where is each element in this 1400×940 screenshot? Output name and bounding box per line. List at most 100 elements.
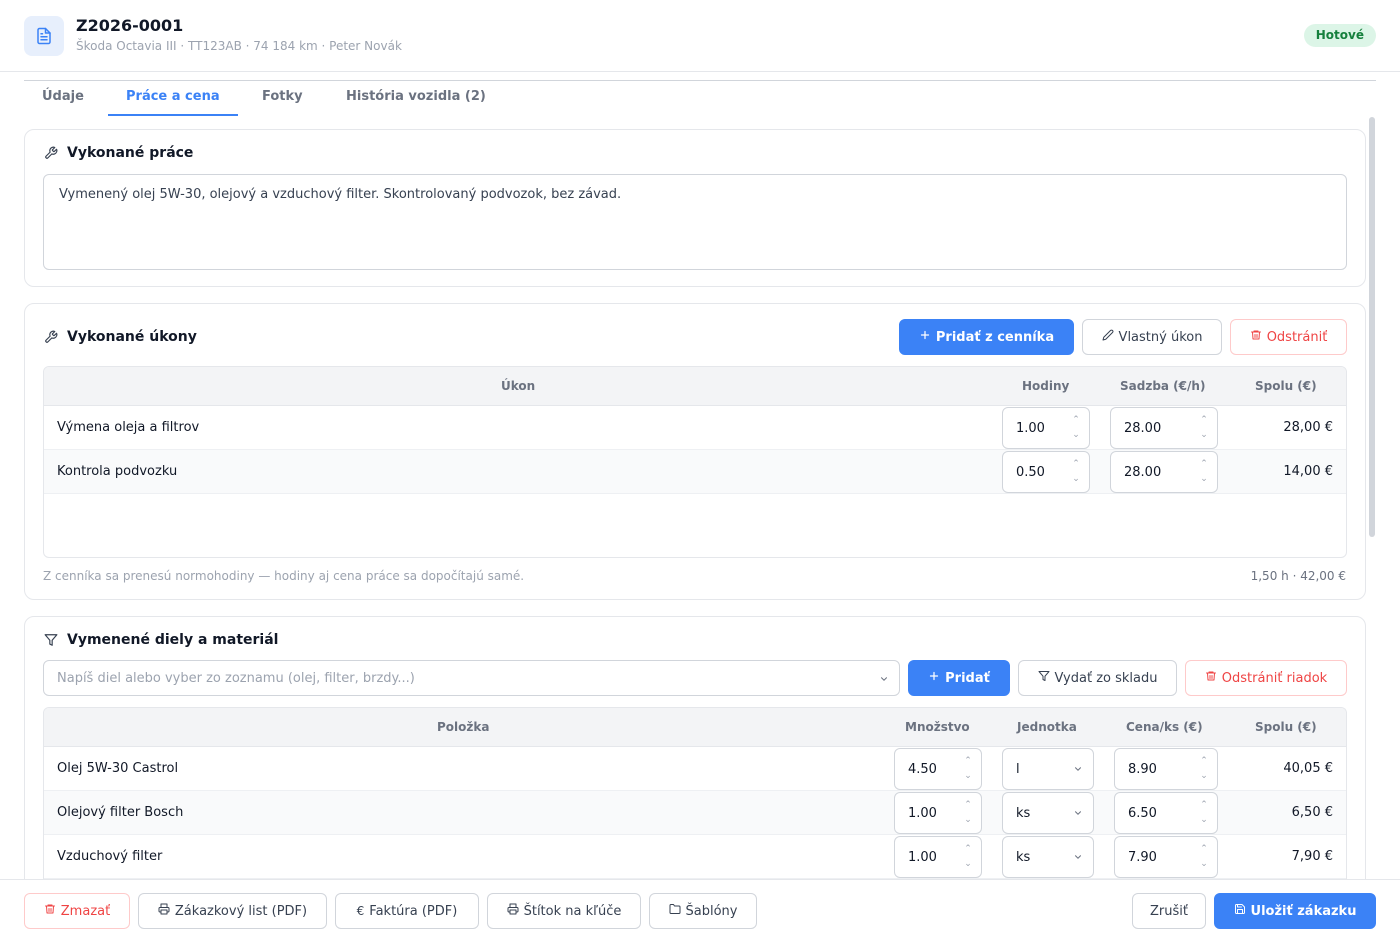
spinner-icon[interactable]: ⌃ ⌄ [963,798,973,828]
chevron-down-icon [1073,851,1083,866]
table-header: Úkon Hodiny Sadzba (€/h) Spolu (€) [44,367,1346,406]
plus-icon [928,670,940,686]
table-row: Výmena oleja a filtrov 1.00 ⌃ ⌄ 28.00 ⌃ ⌄ … [44,406,1346,450]
quantity-input[interactable]: 1.00 ⌃ ⌄ [894,792,982,834]
templates-button[interactable]: Šablóny [649,893,757,929]
spinner-icon[interactable]: ⌃ ⌄ [963,754,973,784]
tab-historia-vozidla[interactable]: História vozidla (2) [346,89,486,104]
spinner-icon[interactable]: ⌃ ⌄ [1199,842,1209,872]
work-description-field[interactable]: Vymenený olej 5W-30, olejový a vzduchový… [43,174,1347,270]
column-header-polozka: Položka [437,720,490,734]
custom-task-button[interactable]: Vlastný úkon [1082,319,1222,355]
key-tag-button[interactable]: Štítok na kľúče [487,893,641,929]
table-row: Olejový filter Bosch 1.00 ⌃ ⌄ ks 6.50 ⌃ ⌄ … [44,791,1346,835]
column-header-sadzba: Sadzba (€/h) [1120,379,1206,393]
hours-input[interactable]: 0.50 ⌃ ⌄ [1002,451,1090,493]
tasks-title: Vykonané úkony [67,329,197,345]
quantity-input[interactable]: 4.50 ⌃ ⌄ [894,748,982,790]
add-part-button[interactable]: Pridať [908,660,1010,696]
task-name: Kontrola podvozku [57,464,178,479]
column-header-cena: Cena/ks (€) [1126,720,1203,734]
spinner-icon[interactable]: ⌃ ⌄ [1199,413,1209,443]
rate-input[interactable]: 28.00 ⌃ ⌄ [1110,407,1218,449]
tab-fotky[interactable]: Fotky [262,89,303,104]
column-header-mnozstvo: Množstvo [905,720,970,734]
spinner-icon[interactable]: ⌃ ⌄ [963,842,973,872]
trash-icon [1205,670,1217,686]
printer-icon [507,903,519,919]
part-search-select[interactable]: Napíš diel alebo vyber zo zoznamu (olej,… [43,660,900,696]
unit-select[interactable]: ks [1002,836,1094,878]
spinner-icon[interactable]: ⌃ ⌄ [1071,413,1081,443]
trash-icon [44,903,56,919]
cancel-button[interactable]: Zrušiť [1132,893,1206,929]
trash-icon [1250,329,1262,345]
column-header-hodiny: Hodiny [1022,379,1070,393]
unit-price-input[interactable]: 6.50 ⌃ ⌄ [1114,792,1218,834]
part-total: 6,50 € [1291,805,1333,820]
task-total: 28,00 € [1283,420,1333,435]
table-row: Kontrola podvozku 0.50 ⌃ ⌄ 28.00 ⌃ ⌄ 14,00… [44,450,1346,494]
parts-table: Položka Množstvo Jednotka Cena/ks (€) Sp… [43,707,1347,879]
wrench-icon [44,146,58,160]
unit-select[interactable]: ks [1002,792,1094,834]
spinner-icon[interactable]: ⌃ ⌄ [1199,457,1209,487]
page-header: Z2026-0001 Škoda Octavia III · TT123AB ·… [0,0,1400,72]
parts-title: Vymenené diely a materiál [67,632,279,648]
part-name: Vzduchový filter [57,849,163,864]
spinner-icon[interactable]: ⌃ ⌄ [1199,798,1209,828]
action-bar: Zmazať Zákazkový list (PDF) € Faktúra (P… [0,879,1400,940]
tab-prace-a-cena[interactable]: Práce a cena [126,89,220,104]
tab-udaje[interactable]: Údaje [42,89,84,104]
part-total: 7,90 € [1291,849,1333,864]
spinner-icon[interactable]: ⌃ ⌄ [1071,457,1081,487]
chevron-down-icon [1073,807,1083,822]
part-name: Olej 5W-30 Castrol [57,761,179,776]
unit-select[interactable]: l [1002,748,1094,790]
folder-icon [669,903,681,919]
unit-price-input[interactable]: 7.90 ⌃ ⌄ [1114,836,1218,878]
euro-icon: € [356,904,365,918]
column-header-ukon: Úkon [501,379,536,393]
document-icon [24,16,64,56]
delete-order-button[interactable]: Zmazať [24,893,130,929]
column-header-spolu: Spolu (€) [1255,379,1317,393]
tasks-table: Úkon Hodiny Sadzba (€/h) Spolu (€) Výmen… [43,366,1347,558]
table-header: Položka Množstvo Jednotka Cena/ks (€) Sp… [44,708,1346,747]
pencil-icon [1102,329,1114,345]
scrollbar[interactable] [1369,117,1375,537]
pricelist-note: Z cenníka sa prenesú normohodiny — hodin… [43,569,525,583]
table-row: Olej 5W-30 Castrol 4.50 ⌃ ⌄ l 8.90 ⌃ ⌄ 40,… [44,747,1346,791]
table-row: Vzduchový filter 1.00 ⌃ ⌄ ks 7.90 ⌃ ⌄ 7,90… [44,835,1346,879]
task-name: Výmena oleja a filtrov [57,420,200,435]
save-icon [1234,903,1246,919]
invoice-pdf-button[interactable]: € Faktúra (PDF) [335,893,479,929]
add-from-pricelist-button[interactable]: Pridať z cenníka [899,319,1074,355]
printer-icon [158,903,170,919]
chevron-down-icon [1073,763,1083,778]
chevron-down-icon [879,673,889,688]
remove-row-button[interactable]: Odstrániť riadok [1185,660,1347,696]
column-header-jednotka: Jednotka [1017,720,1077,734]
part-total: 40,05 € [1283,761,1333,776]
rate-input[interactable]: 28.00 ⌃ ⌄ [1110,451,1218,493]
task-total: 14,00 € [1283,464,1333,479]
save-order-button[interactable]: Uložiť zákazku [1214,893,1376,929]
part-search-placeholder: Napíš diel alebo vyber zo zoznamu (olej,… [57,671,415,686]
plus-icon [919,329,931,345]
tasks-summary: 1,50 h · 42,00 € [1250,569,1346,583]
order-sheet-pdf-button[interactable]: Zákazkový list (PDF) [138,893,327,929]
vehicle-summary: Škoda Octavia III · TT123AB · 74 184 km … [76,39,402,53]
spinner-icon[interactable]: ⌃ ⌄ [1199,754,1209,784]
unit-price-input[interactable]: 8.90 ⌃ ⌄ [1114,748,1218,790]
hours-input[interactable]: 1.00 ⌃ ⌄ [1002,407,1090,449]
wrench-icon [44,330,58,344]
active-tab-indicator [108,114,238,116]
work-title: Vykonané práce [67,145,194,161]
remove-task-button[interactable]: Odstrániť [1230,319,1347,355]
order-number: Z2026-0001 [76,16,184,35]
part-name: Olejový filter Bosch [57,805,184,820]
issue-from-stock-button[interactable]: Vydať zo skladu [1018,660,1177,696]
quantity-input[interactable]: 1.00 ⌃ ⌄ [894,836,982,878]
tab-bar: Údaje Práce a cena Fotky História vozidl… [24,80,1376,116]
